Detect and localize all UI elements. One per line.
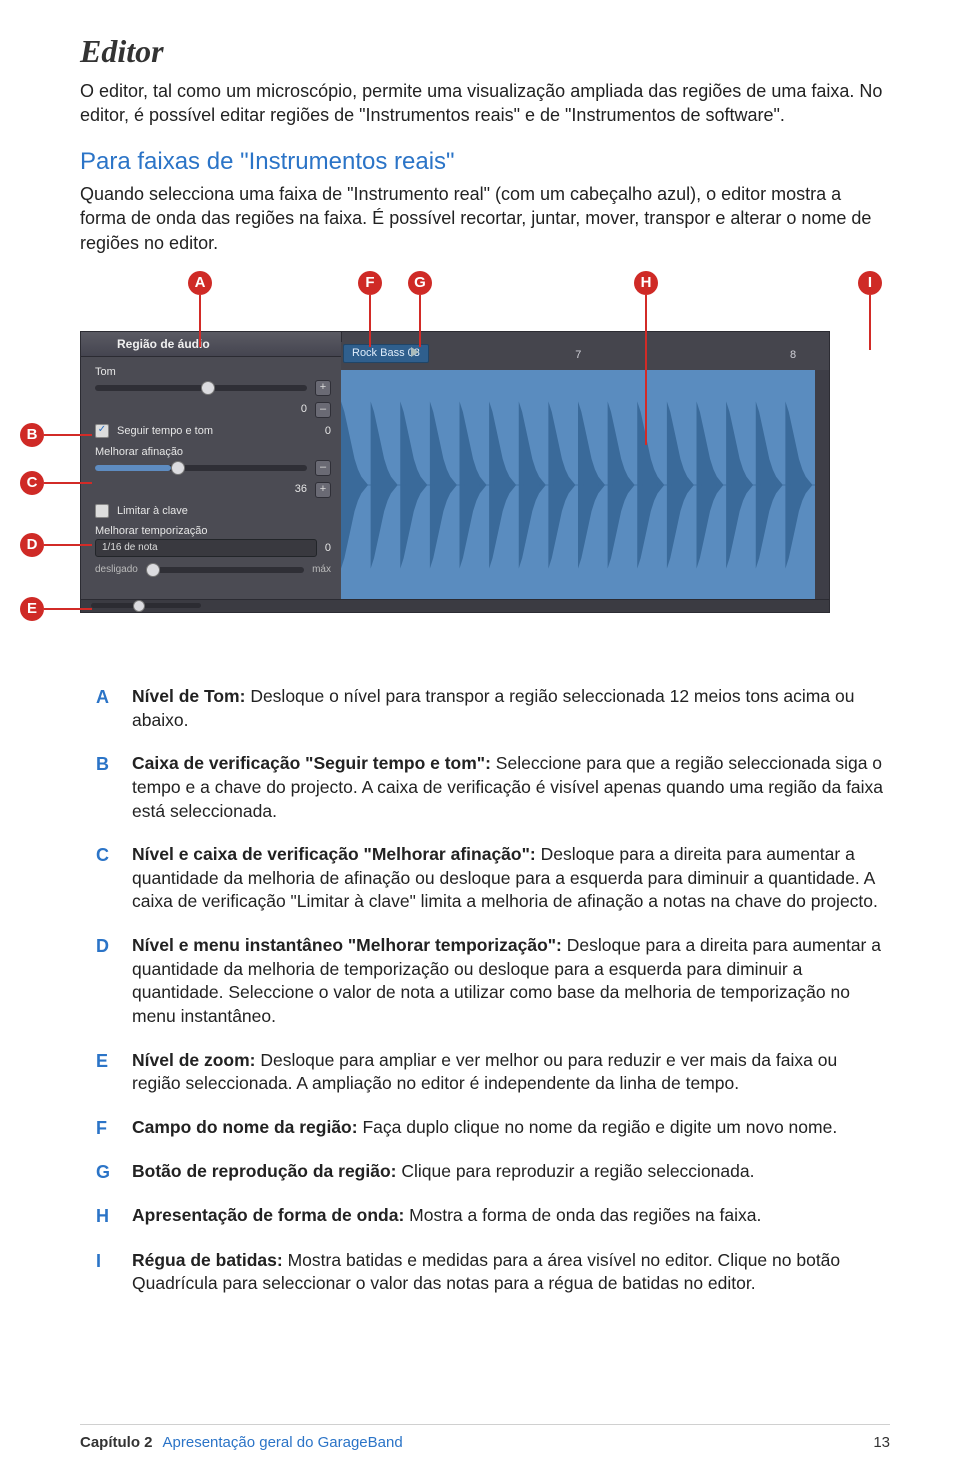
waveform-display[interactable] [341,370,829,600]
tom-value: 0 [301,402,307,417]
tom-minus[interactable]: – [315,402,331,418]
melhorar-af-slider[interactable] [95,465,307,471]
callout-c: C [20,471,44,495]
callout-i: I [858,271,882,295]
temp-popup[interactable]: 1/16 de nota [95,539,317,557]
def-row: BCaixa de verificação "Seguir tempo e to… [96,752,890,823]
callout-b: B [20,423,44,447]
tom-label: Tom [95,365,331,380]
callout-f: F [358,271,382,295]
af-value: 36 [295,482,307,497]
def-row: FCampo do nome da região: Faça duplo cli… [96,1116,890,1140]
temp-zero: 0 [325,541,331,556]
intro-paragraph: O editor, tal como um microscópio, permi… [80,79,890,128]
footer-page-number: 13 [873,1433,890,1453]
limitar-label: Limitar à clave [117,504,188,519]
ruler-tick: 8 [790,348,796,363]
callout-h: H [634,271,658,295]
section-title: Editor [80,30,890,73]
seguir-label: Seguir tempo e tom [117,424,213,439]
callout-a: A [188,271,212,295]
def-row: DNível e menu instantâneo "Melhorar temp… [96,934,890,1029]
editor-left-panel: Região de áudio Tom + 0 – Seguir tempo [81,332,342,612]
waveform-icon [341,370,815,600]
tom-plus[interactable]: + [315,380,331,396]
panel-header: Região de áudio [81,332,341,357]
editor-bottom-strip [81,599,829,612]
melhorar-temp-label: Melhorar temporização [95,524,331,539]
ruler-tick: 7 [575,348,581,363]
editor-ui: Região de áudio Tom + 0 – Seguir tempo [80,331,830,613]
subheading-body: Quando selecciona uma faixa de "Instrume… [80,182,890,255]
seguir-zero: 0 [325,424,331,439]
def-row: HApresentação de forma de onda: Mostra a… [96,1204,890,1228]
def-row: GBotão de reprodução da região: Clique p… [96,1160,890,1184]
limitar-checkbox[interactable] [95,504,109,518]
seguir-checkbox[interactable] [95,424,109,438]
callout-g: G [408,271,432,295]
annotated-editor-figure: A F G H I B C D E Região de áudio Tom [20,271,830,661]
zoom-min-label: desligado [95,563,138,577]
melhorar-af-label: Melhorar afinação [95,445,331,460]
zoom-max-label: máx [312,563,331,577]
temp-slider[interactable] [146,567,304,573]
def-row: ANível de Tom: Desloque o nível para tra… [96,685,890,732]
footer-chapter: Capítulo 2 [80,1434,153,1451]
callout-d: D [20,533,44,557]
subheading: Para faixas de "Instrumentos reais" [80,146,890,178]
callout-e: E [20,597,44,621]
tom-slider[interactable] [95,385,307,391]
af-plus[interactable]: + [315,482,331,498]
af-minus[interactable]: – [315,460,331,476]
definition-list: ANível de Tom: Desloque o nível para tra… [96,685,890,1296]
def-row: ENível de zoom: Desloque para ampliar e … [96,1049,890,1096]
def-row: IRégua de batidas: Mostra batidas e medi… [96,1249,890,1296]
region-play-button[interactable] [411,347,419,357]
def-row: CNível e caixa de verificação "Melhorar … [96,843,890,914]
zoom-slider[interactable] [91,603,201,608]
footer-title: Apresentação geral do GarageBand [163,1434,403,1451]
page-footer: Capítulo 2 Apresentação geral do GarageBa… [80,1424,890,1453]
